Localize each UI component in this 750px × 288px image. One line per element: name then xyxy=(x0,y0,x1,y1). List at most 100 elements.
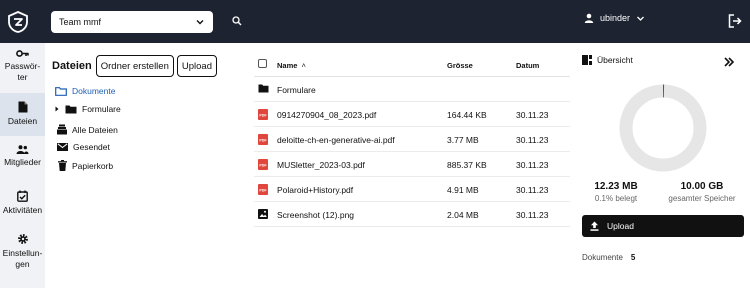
top-bar: Team mmf ubinder xyxy=(0,0,750,43)
tree-item-label: Dokumente xyxy=(72,86,116,96)
folder-open-icon xyxy=(55,86,67,96)
chevron-down-icon xyxy=(637,16,644,21)
file-name: Screenshot (12).png xyxy=(277,210,355,220)
gear-icon xyxy=(17,234,28,244)
file-name: deloitte-ch-en-generative-ai.pdf xyxy=(277,135,395,145)
pdf-file-icon: PDF xyxy=(258,134,268,145)
upload-icon xyxy=(590,221,599,231)
team-select-value: Team mmf xyxy=(59,17,102,27)
file-name: Formulare xyxy=(277,85,316,95)
file-name: 0914270904_08_2023.pdf xyxy=(277,110,377,120)
total-storage-value: 10.00 GB xyxy=(680,181,724,192)
nav-item-passwoerter[interactable]: Passwör- ter xyxy=(0,49,45,93)
storage-track xyxy=(619,84,707,172)
nav-label: gen xyxy=(15,259,30,269)
chevron-down-icon xyxy=(196,20,204,25)
documents-label: Dokumente xyxy=(582,253,623,262)
tree-item-formulare[interactable]: Formulare xyxy=(54,104,121,114)
nav-label: Aktivitäten xyxy=(2,205,43,215)
team-select[interactable]: Team mmf xyxy=(51,11,213,33)
file-size: 4.91 MB xyxy=(447,185,479,195)
column-header-size[interactable]: Grösse xyxy=(447,61,473,70)
chevron-right-icon[interactable] xyxy=(54,106,60,112)
user-menu[interactable]: ubinder xyxy=(584,13,645,23)
file-date: 30.11.23 xyxy=(516,210,549,220)
storage-usage-chart xyxy=(619,84,707,172)
file-size: 3.77 MB xyxy=(447,135,479,145)
file-date: 30.11.23 xyxy=(516,160,549,170)
mail-icon xyxy=(57,143,68,151)
svg-text:PDF: PDF xyxy=(259,113,267,117)
user-name: ubinder xyxy=(600,13,631,23)
upload-button-label: Upload xyxy=(607,221,634,231)
file-date: 30.11.23 xyxy=(516,110,549,120)
overview-title: Übersicht xyxy=(597,55,633,65)
sort-asc-icon: ˄ xyxy=(301,61,306,70)
folder-icon xyxy=(65,105,77,113)
trash-icon xyxy=(58,160,67,171)
column-header-date[interactable]: Datum xyxy=(516,61,539,70)
logout-icon[interactable] xyxy=(728,14,742,28)
tree-item-label: Alle Dateien xyxy=(72,124,118,135)
image-file-icon xyxy=(258,209,268,219)
pdf-file-icon: PDF xyxy=(258,159,268,170)
key-icon xyxy=(16,50,29,57)
file-row[interactable]: Formulare xyxy=(254,77,570,102)
svg-text:PDF: PDF xyxy=(259,163,267,167)
file-row[interactable]: PDF Polaroid+History.pdf 4.91 MB 30.11.2… xyxy=(254,177,570,202)
used-storage-stat: 12.23 MB 0.1% belegt xyxy=(590,181,642,203)
upload-button[interactable]: Upload xyxy=(176,55,217,77)
calendar-check-icon xyxy=(17,190,28,202)
file-row[interactable]: PDF deloitte-ch-en-generative-ai.pdf 3.7… xyxy=(254,127,570,152)
side-nav: Passwör- ter Dateien Mitglieder Aktivitä… xyxy=(0,43,45,288)
nav-item-dateien[interactable]: Dateien xyxy=(0,93,45,136)
file-size: 2.04 MB xyxy=(447,210,479,220)
used-storage-value: 12.23 MB xyxy=(594,181,638,192)
search-icon[interactable] xyxy=(232,16,242,26)
stack-icon xyxy=(57,124,67,135)
tree-item-sent[interactable]: Gesendet xyxy=(57,142,110,152)
nav-label: Dateien xyxy=(7,116,38,126)
tree-item-trash[interactable]: Papierkorb xyxy=(58,160,113,171)
tree-item-label: Formulare xyxy=(82,104,121,114)
file-icon xyxy=(18,101,27,113)
app-logo-icon[interactable] xyxy=(7,11,29,33)
nav-item-aktivitaeten[interactable]: Aktivitäten xyxy=(0,190,45,226)
user-icon xyxy=(584,13,594,23)
nav-item-mitglieder[interactable]: Mitglieder xyxy=(0,145,45,181)
tree-item-documents[interactable]: Dokumente xyxy=(55,86,115,96)
tree-item-label: Gesendet xyxy=(73,142,110,152)
file-list-header: Name ˄ Grösse Datum xyxy=(254,52,570,77)
tree-item-label: Papierkorb xyxy=(72,160,114,171)
file-row[interactable]: PDF MUSletter_2023-03.pdf 885.37 KB 30.1… xyxy=(254,152,570,177)
file-tree-header: Dateien Ordner erstellen Upload xyxy=(52,55,227,77)
nav-label: Mitglieder xyxy=(4,157,41,167)
overview-icon xyxy=(582,55,592,65)
nav-label: ter xyxy=(17,72,28,82)
select-all-checkbox[interactable] xyxy=(258,59,267,68)
nav-item-einstellungen[interactable]: Einstellun- gen xyxy=(0,233,45,278)
documents-count: Dokumente 5 xyxy=(582,253,635,262)
nav-label: Einstellun- xyxy=(2,248,43,258)
file-row[interactable]: Screenshot (12).png 2.04 MB 30.11.23 xyxy=(254,202,570,227)
svg-text:PDF: PDF xyxy=(259,138,267,142)
used-storage-label: 0.1% belegt xyxy=(594,194,638,203)
column-header-name[interactable]: Name ˄ xyxy=(277,61,306,70)
overview-upload-button[interactable]: Upload xyxy=(582,215,744,237)
file-date: 30.11.23 xyxy=(516,185,549,195)
tree-item-all-files[interactable]: Alle Dateien xyxy=(57,124,118,135)
file-date: 30.11.23 xyxy=(516,135,549,145)
file-size: 164.44 KB xyxy=(447,110,487,120)
page-title: Dateien xyxy=(52,60,92,72)
folder-icon xyxy=(258,84,269,93)
pdf-file-icon: PDF xyxy=(258,109,268,120)
collapse-panel-icon[interactable] xyxy=(724,57,734,67)
group-icon xyxy=(16,145,29,154)
create-folder-button[interactable]: Ordner erstellen xyxy=(95,55,174,77)
pdf-file-icon: PDF xyxy=(258,184,268,195)
documents-count-value: 5 xyxy=(630,253,636,262)
file-size: 885.37 KB xyxy=(447,160,487,170)
svg-text:PDF: PDF xyxy=(259,188,267,192)
file-row[interactable]: PDF 0914270904_08_2023.pdf 164.44 KB 30.… xyxy=(254,102,570,127)
file-tree: Dateien Ordner erstellen Upload Dokument… xyxy=(52,55,227,171)
